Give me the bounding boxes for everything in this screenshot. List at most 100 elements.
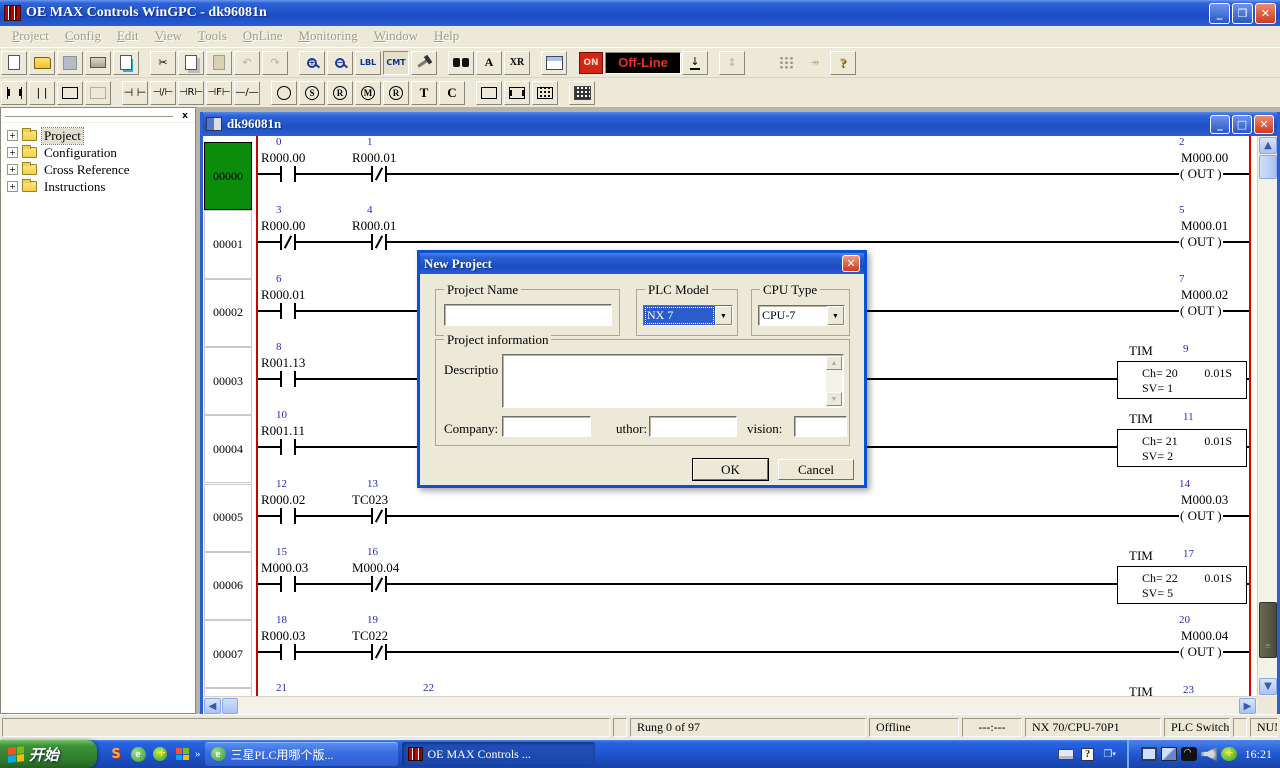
- contact-label[interactable]: R000.01: [261, 287, 305, 303]
- coil-set-button[interactable]: S: [299, 81, 325, 105]
- grid-toggle-button[interactable]: [569, 81, 595, 105]
- coil-label[interactable]: M000.02: [1181, 287, 1228, 303]
- output-coil[interactable]: ( OUT ): [1179, 508, 1223, 524]
- counter-button[interactable]: C: [439, 81, 465, 105]
- output-coil[interactable]: ( OUT ): [1179, 166, 1223, 182]
- rung-number-cell[interactable]: 00006: [204, 552, 252, 620]
- coil-label[interactable]: M000.01: [1181, 218, 1228, 234]
- expand-icon[interactable]: +: [7, 147, 18, 158]
- start-button[interactable]: 开始: [0, 740, 97, 768]
- coil-retentive-button[interactable]: R: [383, 81, 409, 105]
- function-io-box-button[interactable]: [504, 81, 530, 105]
- menu-view[interactable]: View: [147, 27, 190, 45]
- company-input[interactable]: [502, 416, 591, 437]
- zoom-out-button[interactable]: −: [327, 51, 353, 75]
- zoom-in-button[interactable]: +: [299, 51, 325, 75]
- minimize-button[interactable]: _: [1209, 3, 1230, 24]
- menu-edit[interactable]: Edit: [109, 27, 147, 45]
- contact-label[interactable]: M000.03: [261, 560, 308, 576]
- io-table-button[interactable]: [541, 51, 567, 75]
- panel-grip[interactable]: [5, 113, 173, 117]
- sidebar-item-configuration[interactable]: +Configuration: [7, 144, 195, 161]
- contact-rising-button[interactable]: ⊣R⊢: [178, 81, 204, 105]
- contact-label[interactable]: R000.03: [261, 628, 305, 644]
- contact-label[interactable]: TC023: [352, 492, 388, 508]
- cut-button[interactable]: ✂: [150, 51, 176, 75]
- copy-button[interactable]: [178, 51, 204, 75]
- print-button[interactable]: [85, 51, 111, 75]
- coil-label[interactable]: M000.03: [1181, 492, 1228, 508]
- description-textarea[interactable]: ▲ ▼: [502, 354, 844, 408]
- online-toggle-button[interactable]: ON: [579, 52, 603, 74]
- keyboard-icon[interactable]: [1056, 745, 1076, 763]
- coil-label[interactable]: M000.04: [1181, 628, 1228, 644]
- plc-model-arrow-icon[interactable]: ▼: [715, 306, 732, 325]
- panel-close-icon[interactable]: x: [178, 109, 192, 122]
- menu-project[interactable]: Project: [4, 27, 57, 45]
- contact-label[interactable]: R001.13: [261, 355, 305, 371]
- sidebar-item-project[interactable]: +Project: [7, 127, 195, 144]
- textarea-scroll-up-icon[interactable]: ▲: [826, 356, 842, 370]
- rung-number-cell[interactable]: 00001: [204, 210, 252, 278]
- contact-no-button[interactable]: ⊣ ⊢: [122, 81, 148, 105]
- contact-label[interactable]: M000.04: [352, 560, 399, 576]
- output-coil[interactable]: ( OUT ): [1179, 644, 1223, 660]
- menu-monitoring[interactable]: Monitoring: [290, 27, 365, 45]
- display-tray-icon[interactable]: [1141, 747, 1157, 761]
- run-transfer-button[interactable]: ↠: [802, 51, 828, 75]
- horizontal-wire-button[interactable]: [1, 81, 27, 105]
- horizontal-scroll-thumb[interactable]: [222, 698, 238, 714]
- ime-options-icon[interactable]: ❐▾: [1100, 745, 1120, 763]
- label-view-button[interactable]: LBL: [355, 51, 381, 75]
- sidebar-item-instructions[interactable]: +Instructions: [7, 178, 195, 195]
- function-param-box-button[interactable]: [532, 81, 558, 105]
- replace-button[interactable]: A: [476, 51, 502, 75]
- wireless-tray-icon[interactable]: [1181, 747, 1197, 761]
- description-scrollbar[interactable]: ▲ ▼: [826, 356, 842, 406]
- sidebar-item-cross-reference[interactable]: +Cross Reference: [7, 161, 195, 178]
- ie-quicklaunch-icon[interactable]: e: [129, 745, 147, 763]
- expand-icon[interactable]: +: [7, 130, 18, 141]
- task-browser[interactable]: e 三星PLC用哪个版...: [205, 742, 398, 766]
- desktop-quicklaunch-icon[interactable]: [173, 745, 191, 763]
- secondary-scroll-thumb[interactable]: [1259, 602, 1277, 658]
- coil-label[interactable]: M000.00: [1181, 150, 1228, 166]
- coil-button[interactable]: [271, 81, 297, 105]
- close-button[interactable]: ✕: [1255, 3, 1276, 24]
- contact-label[interactable]: R000.00: [261, 218, 305, 234]
- cpu-type-arrow-icon[interactable]: ▼: [827, 306, 844, 325]
- rung-number-cell[interactable]: 00003: [204, 347, 252, 415]
- dialog-close-button[interactable]: ✕: [842, 255, 860, 272]
- network-tray-icon[interactable]: [1161, 747, 1177, 761]
- redo-button[interactable]: ↷: [262, 51, 288, 75]
- timer-button[interactable]: T: [411, 81, 437, 105]
- function-box-button[interactable]: [476, 81, 502, 105]
- expand-icon[interactable]: +: [7, 164, 18, 175]
- scroll-down-icon[interactable]: ▼: [1259, 678, 1277, 695]
- scroll-left-icon[interactable]: ◀: [204, 698, 221, 714]
- find-button[interactable]: [448, 51, 474, 75]
- rung-number-cell[interactable]: 00000: [204, 142, 252, 210]
- antivirus-quicklaunch-icon[interactable]: [151, 745, 169, 763]
- menu-window[interactable]: Window: [366, 27, 426, 45]
- vertical-scrollbar[interactable]: ▲ ▼: [1257, 136, 1277, 696]
- tim-block[interactable]: Ch= 220.01SSV= 5: [1117, 566, 1247, 604]
- cross-reference-button[interactable]: XR: [504, 51, 530, 75]
- undo-button[interactable]: ↶: [234, 51, 260, 75]
- menu-config[interactable]: Config: [57, 27, 109, 45]
- ladder-minimize-button[interactable]: _: [1210, 115, 1230, 134]
- tim-block[interactable]: Ch= 210.01SSV= 2: [1117, 429, 1247, 467]
- expand-icon[interactable]: +: [7, 181, 18, 192]
- print-preview-button[interactable]: [113, 51, 139, 75]
- plc-model-dropdown[interactable]: NX 7 ▼: [643, 305, 733, 326]
- network-button[interactable]: [774, 51, 800, 75]
- horizontal-scrollbar[interactable]: ◀ ▶: [203, 696, 1257, 714]
- ladder-close-button[interactable]: ✕: [1254, 115, 1274, 134]
- contact-nc-button[interactable]: ⊣/⊢: [150, 81, 176, 105]
- comment-view-button[interactable]: CMT: [383, 51, 409, 75]
- save-button[interactable]: [57, 51, 83, 75]
- rung-number-cell[interactable]: [204, 688, 252, 696]
- build-button[interactable]: [411, 51, 437, 75]
- contact-invert-button[interactable]: —/—: [234, 81, 260, 105]
- rung-number-cell[interactable]: 00005: [204, 484, 252, 552]
